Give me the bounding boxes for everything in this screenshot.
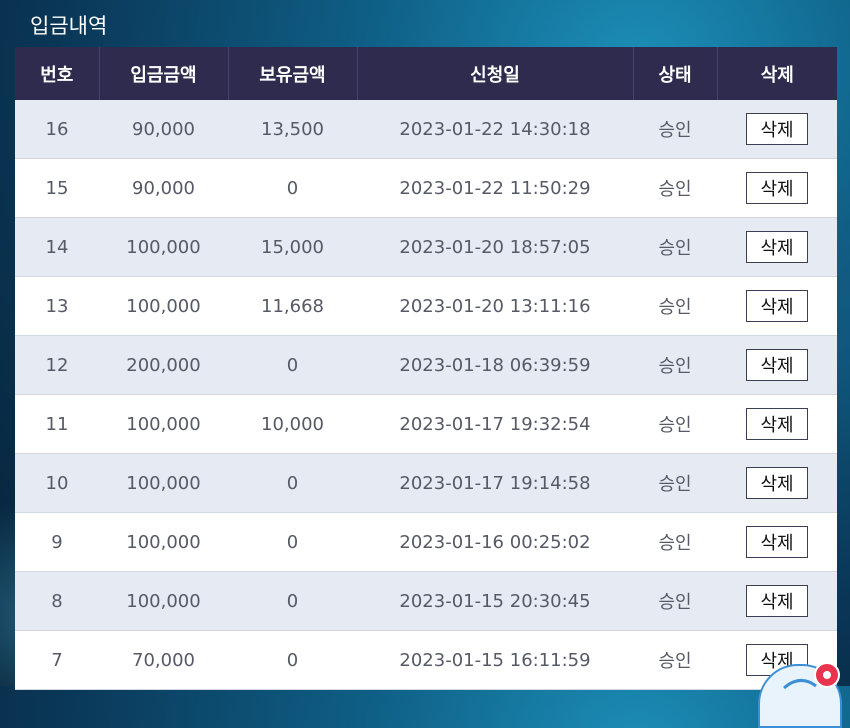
cell-held-amount: 15,000 <box>228 217 357 277</box>
column-header-number: 번호 <box>15 47 100 100</box>
cell-request-date: 2023-01-17 19:32:54 <box>357 394 633 454</box>
cell-delete: 삭제 <box>717 512 837 572</box>
table-row: 10 100,000 0 2023-01-17 19:14:58 승인 삭제 <box>15 453 837 513</box>
cell-deposit-amount: 100,000 <box>99 394 228 454</box>
table-row: 12 200,000 0 2023-01-18 06:39:59 승인 삭제 <box>15 335 837 395</box>
cell-deposit-amount: 90,000 <box>99 158 228 218</box>
cell-status: 승인 <box>633 571 717 631</box>
cell-status: 승인 <box>633 276 717 336</box>
cell-held-amount: 0 <box>228 630 357 690</box>
cell-number: 8 <box>15 571 99 631</box>
table-row: 7 70,000 0 2023-01-15 16:11:59 승인 삭제 <box>15 630 837 690</box>
delete-button[interactable]: 삭제 <box>746 231 808 263</box>
delete-button[interactable]: 삭제 <box>746 113 808 145</box>
cell-held-amount: 0 <box>228 453 357 513</box>
cell-number: 7 <box>15 630 99 690</box>
cell-deposit-amount: 100,000 <box>99 571 228 631</box>
cell-delete: 삭제 <box>717 158 837 218</box>
cell-delete: 삭제 <box>717 394 837 454</box>
cell-deposit-amount: 90,000 <box>99 100 228 159</box>
deposit-history-table: 번호 입금금액 보유금액 신청일 상태 삭제 16 90,000 13,500 202… <box>15 47 837 690</box>
cell-status: 승인 <box>633 335 717 395</box>
table-row: 13 100,000 11,668 2023-01-20 13:11:16 승인 삭제 <box>15 276 837 336</box>
delete-button[interactable]: 삭제 <box>746 172 808 204</box>
page-title: 입금내역 <box>30 14 108 38</box>
cell-request-date: 2023-01-20 13:11:16 <box>357 276 633 336</box>
delete-button[interactable]: 삭제 <box>746 585 808 617</box>
cell-held-amount: 0 <box>228 335 357 395</box>
cell-number: 11 <box>15 394 99 454</box>
cell-number: 14 <box>15 217 99 277</box>
table-row: 15 90,000 0 2023-01-22 11:50:29 승인 삭제 <box>15 158 837 218</box>
column-header-held-amount: 보유금액 <box>228 47 358 100</box>
cell-status: 승인 <box>633 453 717 513</box>
cell-delete: 삭제 <box>717 453 837 513</box>
cell-held-amount: 0 <box>228 158 357 218</box>
cell-status: 승인 <box>633 394 717 454</box>
cell-deposit-amount: 100,000 <box>99 453 228 513</box>
cell-number: 15 <box>15 158 99 218</box>
cell-deposit-amount: 100,000 <box>99 217 228 277</box>
table-body: 16 90,000 13,500 2023-01-22 14:30:18 승인 삭제 15 9… <box>15 100 837 690</box>
column-header-deposit-amount: 입금금액 <box>99 47 229 100</box>
table-header: 번호 입금금액 보유금액 신청일 상태 삭제 <box>15 47 837 100</box>
table-row: 14 100,000 15,000 2023-01-20 18:57:05 승인 삭제 <box>15 217 837 277</box>
table-row: 11 100,000 10,000 2023-01-17 19:32:54 승인 삭제 <box>15 394 837 454</box>
cell-request-date: 2023-01-16 00:25:02 <box>357 512 633 572</box>
table-row: 16 90,000 13,500 2023-01-22 14:30:18 승인 삭제 <box>15 100 837 159</box>
table-row: 9 100,000 0 2023-01-16 00:25:02 승인 삭제 <box>15 512 837 572</box>
cell-number: 12 <box>15 335 99 395</box>
delete-button[interactable]: 삭제 <box>746 290 808 322</box>
cell-delete: 삭제 <box>717 571 837 631</box>
cell-status: 승인 <box>633 158 717 218</box>
notification-dot-icon[interactable] <box>814 662 840 688</box>
cell-status: 승인 <box>633 100 717 159</box>
cell-request-date: 2023-01-18 06:39:59 <box>357 335 633 395</box>
cell-deposit-amount: 100,000 <box>99 276 228 336</box>
cell-deposit-amount: 200,000 <box>99 335 228 395</box>
deposit-history-table-container: 번호 입금금액 보유금액 신청일 상태 삭제 16 90,000 13,500 202… <box>15 47 837 690</box>
delete-button[interactable]: 삭제 <box>746 349 808 381</box>
cell-delete: 삭제 <box>717 276 837 336</box>
cell-deposit-amount: 70,000 <box>99 630 228 690</box>
delete-button[interactable]: 삭제 <box>746 408 808 440</box>
delete-button[interactable]: 삭제 <box>746 467 808 499</box>
table-row: 8 100,000 0 2023-01-15 20:30:45 승인 삭제 <box>15 571 837 631</box>
cell-request-date: 2023-01-15 20:30:45 <box>357 571 633 631</box>
header-row: 번호 입금금액 보유금액 신청일 상태 삭제 <box>15 47 837 100</box>
cell-status: 승인 <box>633 217 717 277</box>
cell-number: 13 <box>15 276 99 336</box>
cell-held-amount: 0 <box>228 512 357 572</box>
cell-held-amount: 13,500 <box>228 100 357 159</box>
column-header-request-date: 신청일 <box>357 47 634 100</box>
column-header-delete: 삭제 <box>717 47 837 100</box>
cell-status: 승인 <box>633 630 717 690</box>
cell-held-amount: 11,668 <box>228 276 357 336</box>
cell-delete: 삭제 <box>717 335 837 395</box>
cell-delete: 삭제 <box>717 100 837 159</box>
cell-number: 10 <box>15 453 99 513</box>
cell-delete: 삭제 <box>717 217 837 277</box>
cell-number: 9 <box>15 512 99 572</box>
cell-request-date: 2023-01-17 19:14:58 <box>357 453 633 513</box>
cell-request-date: 2023-01-15 16:11:59 <box>357 630 633 690</box>
cell-request-date: 2023-01-22 11:50:29 <box>357 158 633 218</box>
column-header-status: 상태 <box>633 47 718 100</box>
cell-number: 16 <box>15 100 99 159</box>
cell-request-date: 2023-01-20 18:57:05 <box>357 217 633 277</box>
cell-held-amount: 0 <box>228 571 357 631</box>
cell-request-date: 2023-01-22 14:30:18 <box>357 100 633 159</box>
cell-status: 승인 <box>633 512 717 572</box>
delete-button[interactable]: 삭제 <box>746 526 808 558</box>
cell-held-amount: 10,000 <box>228 394 357 454</box>
cell-deposit-amount: 100,000 <box>99 512 228 572</box>
